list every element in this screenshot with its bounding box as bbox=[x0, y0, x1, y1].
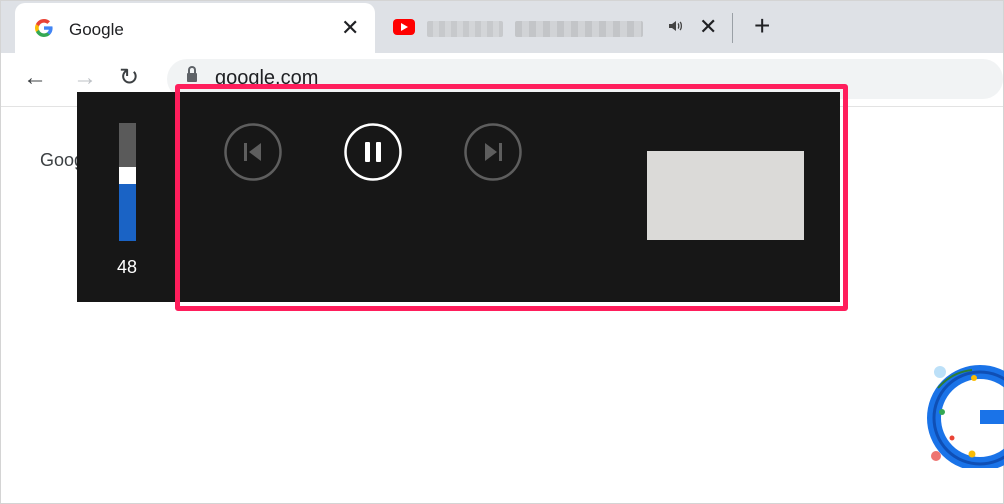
volume-slider-thumb[interactable] bbox=[119, 167, 136, 184]
speaker-icon[interactable] bbox=[668, 19, 684, 33]
forward-button[interactable]: → bbox=[73, 65, 97, 91]
tab-title: Google bbox=[69, 20, 124, 39]
google-doodle-icon[interactable] bbox=[922, 358, 1004, 468]
volume-slider[interactable] bbox=[119, 123, 136, 241]
tab-strip: Google ✕ ✕ + bbox=[1, 1, 1003, 55]
tab-close-button[interactable]: ✕ bbox=[699, 16, 717, 38]
reload-button[interactable]: ↻ bbox=[119, 65, 139, 91]
highlight-box bbox=[175, 84, 848, 311]
tab-separator bbox=[732, 13, 733, 43]
volume-flyout: 48 bbox=[77, 92, 181, 302]
new-tab-button[interactable]: + bbox=[754, 11, 770, 41]
google-g-icon bbox=[35, 19, 53, 37]
back-button[interactable]: ← bbox=[23, 65, 47, 91]
youtube-icon bbox=[393, 19, 415, 35]
blurred-tab-title bbox=[427, 21, 503, 37]
blurred-tab-title bbox=[515, 21, 643, 37]
volume-value: 48 bbox=[116, 257, 138, 277]
tab-youtube[interactable]: ✕ bbox=[379, 3, 725, 51]
tab-close-button[interactable]: ✕ bbox=[341, 17, 359, 39]
tab-google[interactable]: Google ✕ bbox=[15, 3, 375, 55]
lock-icon[interactable] bbox=[187, 66, 197, 84]
volume-level-fill bbox=[119, 184, 136, 241]
